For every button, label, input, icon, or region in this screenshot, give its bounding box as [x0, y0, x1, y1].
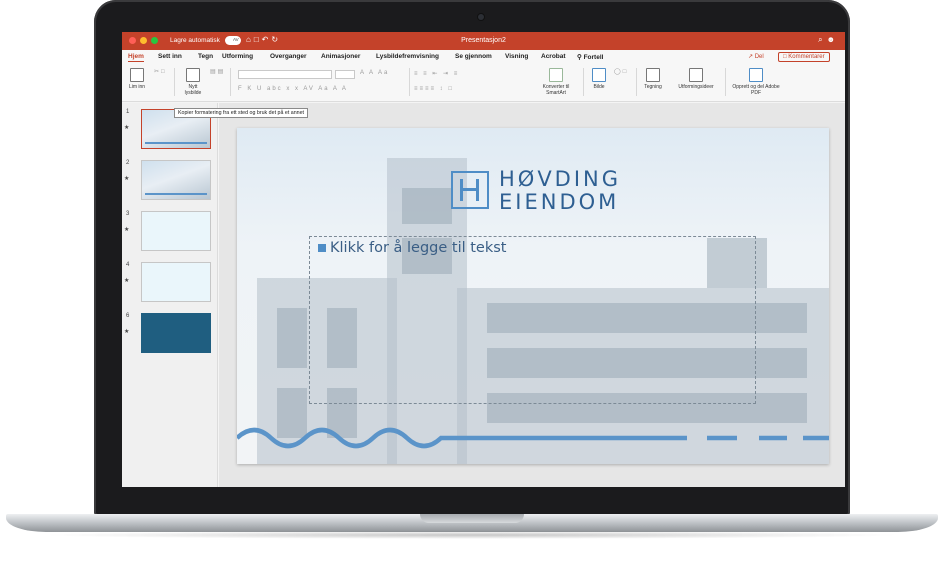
tab-fortell[interactable]: ⚲ Fortell — [577, 53, 603, 61]
convert-smartart-button[interactable]: Konverter til SmartArt — [534, 68, 578, 96]
current-slide[interactable]: HØVDING EIENDOM Klikk for å legge til te… — [237, 128, 829, 464]
design-ideas-label: Utformingsideer — [678, 84, 714, 90]
drawing-button[interactable]: Tegning — [641, 68, 665, 90]
wave-decoration — [237, 427, 829, 449]
tab-utforming[interactable]: Utforming — [222, 53, 253, 60]
thumb-wave — [145, 142, 207, 144]
text-format-icons[interactable]: F K U abc x x AV Aa A A — [238, 86, 348, 92]
font-family-select[interactable] — [238, 70, 332, 79]
slide-thumbnail-4[interactable] — [141, 262, 211, 302]
paste-icon — [130, 68, 144, 82]
paste-label: Lim inn — [128, 84, 146, 90]
camera-icon — [478, 14, 484, 20]
ribbon-divider — [409, 68, 410, 96]
animation-star-icon: ★ — [124, 125, 130, 131]
tab-acrobat[interactable]: Acrobat — [541, 53, 566, 60]
format-painter-tooltip: Kopier formatering fra ett sted og bruk … — [174, 108, 309, 118]
ribbon-toolbar: Lim inn ✂□ Nytt lysbilde ▤▤ A A Aa F K U… — [122, 64, 845, 102]
document-title: Presentasjon2 — [461, 37, 506, 44]
tab-sett-inn[interactable]: Sett inn — [158, 53, 182, 60]
smartart-icon — [549, 68, 563, 82]
animation-star-icon: ★ — [124, 227, 130, 233]
drawing-icon — [646, 68, 660, 82]
comments-label: Kommentarer — [788, 54, 825, 60]
slide-thumbnail-6[interactable] — [141, 313, 211, 353]
slide-thumbnails-pane: 1 ★ 2 ★ 3 ★ 4 ★ 6 ★ — [122, 103, 218, 487]
powerpoint-window: Lagre automatisk AV ⌂□↶↻ Presentasjon2 ⌕… — [122, 32, 845, 487]
tab-tegn[interactable]: Tegn — [198, 53, 213, 60]
tab-overganger[interactable]: Overganger — [270, 53, 307, 60]
laptop-mockup: Lagre automatisk AV ⌂□↶↻ Presentasjon2 ⌕… — [0, 0, 944, 561]
tab-lysbildefremvisning[interactable]: Lysbildefremvisning — [376, 53, 439, 60]
alignment-icons[interactable]: ≡≡≡≡ ↕ □ — [414, 86, 454, 92]
ribbon-divider — [230, 68, 231, 96]
new-slide-icon — [186, 68, 200, 82]
slide-number: 3 — [126, 211, 130, 217]
share-button[interactable]: ↗ Del — [748, 53, 764, 60]
design-ideas-icon — [689, 68, 703, 82]
shapes-icon[interactable]: ◯□ — [614, 68, 628, 75]
ribbon-divider — [636, 68, 637, 96]
slide-number: 2 — [126, 160, 130, 166]
animation-star-icon: ★ — [124, 329, 130, 335]
wave-line — [237, 427, 687, 449]
comments-button[interactable]: □ Kommentarer — [778, 52, 830, 62]
ribbon-tabs: Hjem Sett inn Tegn Utforming Overganger … — [122, 50, 845, 64]
animation-star-icon: ★ — [124, 278, 130, 284]
slide-thumbnail-3[interactable] — [141, 211, 211, 251]
layout-icons[interactable]: ▤▤ — [210, 68, 225, 75]
slide-number: 4 — [126, 262, 130, 268]
convert-smartart-label: Konverter til SmartArt — [542, 84, 570, 96]
list-icons[interactable]: ≡ ≡ ⇤ ⇥ ≡ — [414, 70, 459, 77]
picture-icon — [592, 68, 606, 82]
tab-animasjoner[interactable]: Animasjoner — [321, 53, 360, 60]
tab-se-gjennom[interactable]: Se gjennom — [455, 53, 492, 60]
tab-hjem[interactable]: Hjem — [128, 53, 144, 62]
new-slide-button[interactable]: Nytt lysbilde — [180, 68, 206, 96]
tab-fortell-label: Fortell — [583, 54, 604, 61]
thumb-wave — [145, 193, 207, 195]
slide-thumbnail-2[interactable] — [141, 160, 211, 200]
tab-visning[interactable]: Visning — [505, 53, 528, 60]
picture-button[interactable]: Bilde — [588, 68, 610, 90]
paste-button[interactable]: Lim inn — [126, 68, 148, 90]
pdf-icon — [749, 68, 763, 82]
picture-label: Bilde — [593, 84, 605, 90]
slide-number: 6 — [126, 313, 130, 319]
ribbon-divider — [174, 68, 175, 96]
ribbon-divider — [583, 68, 584, 96]
clipboard-icons[interactable]: ✂□ — [154, 68, 167, 75]
animation-star-icon: ★ — [124, 176, 130, 182]
design-ideas-button[interactable]: Utformingsideer — [671, 68, 721, 90]
slide-number: 1 — [126, 109, 130, 115]
new-slide-label: Nytt lysbilde — [184, 84, 202, 96]
title-bar: Lagre automatisk AV ⌂□↶↻ Presentasjon2 ⌕… — [122, 32, 845, 50]
create-pdf-label: Opprett og del Adobe PDF — [732, 84, 780, 96]
slide-canvas: HØVDING EIENDOM Klikk for å legge til te… — [219, 103, 845, 487]
font-size-icons[interactable]: A A Aa — [360, 70, 389, 76]
drawing-label: Tegning — [644, 84, 662, 90]
font-size-select[interactable] — [335, 70, 355, 79]
create-pdf-button[interactable]: Opprett og del Adobe PDF — [730, 68, 782, 96]
search-icon[interactable]: ⌕☻ — [818, 35, 839, 45]
laptop-shadow — [40, 531, 904, 539]
ribbon-divider — [725, 68, 726, 96]
laptop-notch — [420, 514, 524, 523]
share-label: Del — [754, 54, 764, 60]
